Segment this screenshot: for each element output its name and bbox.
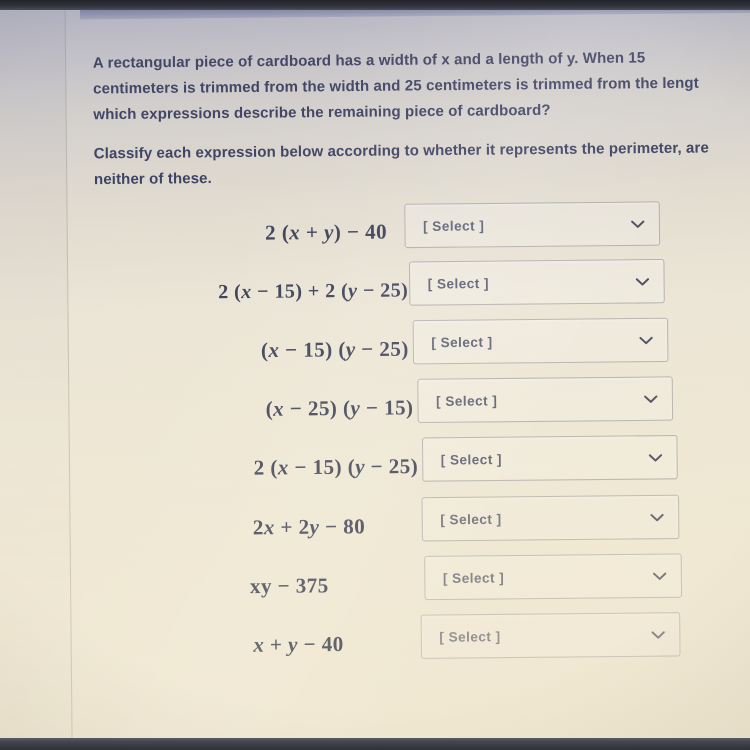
monitor-bezel-top: [0, 0, 750, 10]
question-row: 2x + 2y − 80: [155, 504, 366, 553]
chevron-down-icon: [635, 277, 650, 286]
dropdown-value: [ Select ]: [440, 510, 502, 527]
chevron-down-icon: [651, 630, 665, 639]
chevron-down-icon: [653, 572, 667, 580]
question-row: x + y − 40: [156, 622, 344, 671]
chevron-down-icon: [648, 453, 663, 462]
screenshot-root: A rectangular piece of cardboard has a w…: [0, 0, 750, 750]
expression-text: 2 (x + y) − 40: [265, 220, 388, 245]
expression-text: xy − 375: [249, 574, 329, 599]
question-row: 2 (x + y) − 40: [152, 209, 387, 259]
expression-text: x + y − 40: [253, 633, 344, 657]
chevron-down-icon: [644, 394, 658, 403]
dropdown-value: [ Select ]: [440, 451, 503, 468]
classification-dropdown[interactable]: [ Select ]: [421, 435, 678, 482]
question-row: xy − 375: [155, 563, 329, 612]
dropdown-value: [ Select ]: [422, 217, 485, 234]
classification-dropdown[interactable]: [ Select ]: [404, 201, 661, 249]
classification-dropdown[interactable]: [ Select ]: [421, 494, 680, 542]
expression-text: (x − 25) (y − 15): [265, 396, 414, 421]
photographed-screen: A rectangular piece of cardboard has a w…: [0, 0, 750, 750]
question-row: 2 (x − 15) (y − 25): [154, 444, 419, 494]
dropdown-value: [ Select ]: [442, 569, 505, 586]
expression-text: 2x + 2y − 80: [252, 515, 366, 540]
monitor-bezel-bottom: [0, 738, 750, 750]
dropdown-value: [ Select ]: [435, 392, 498, 409]
page-left-gutter: [0, 0, 73, 750]
dropdown-value: [ Select ]: [427, 275, 490, 292]
question-row: (x − 25) (y − 15): [154, 385, 414, 435]
chevron-down-icon: [639, 336, 653, 344]
dropdown-value: [ Select ]: [431, 333, 493, 350]
question-row: (x − 15) (y − 25): [153, 326, 409, 376]
chevron-down-icon: [650, 513, 664, 521]
classification-dropdown[interactable]: [ Select ]: [417, 376, 674, 424]
expression-text: (x − 15) (y − 25): [260, 338, 409, 363]
classification-dropdown[interactable]: [ Select ]: [412, 317, 669, 365]
classification-dropdown[interactable]: [ Select ]: [420, 612, 681, 659]
chevron-down-icon: [631, 219, 645, 228]
classification-dropdown[interactable]: [ Select ]: [424, 553, 683, 601]
expression-text: 2 (x − 15) (y − 25): [253, 455, 419, 480]
classification-dropdown[interactable]: [ Select ]: [408, 258, 665, 306]
dropdown-value: [ Select ]: [439, 628, 501, 645]
question-row: 2 (x − 15) + 2 (y − 25): [153, 268, 409, 318]
expression-text: 2 (x − 15) + 2 (y − 25): [218, 279, 409, 304]
